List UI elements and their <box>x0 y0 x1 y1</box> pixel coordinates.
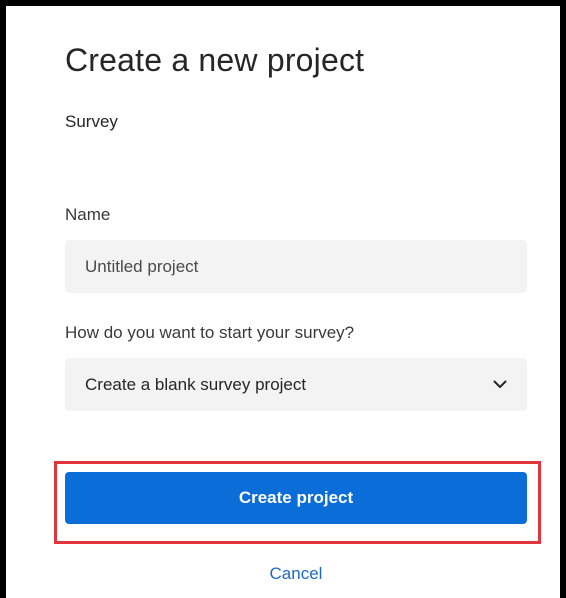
start-method-selected-value: Create a blank survey project <box>85 374 307 394</box>
project-name-input[interactable] <box>65 240 527 293</box>
start-method-select[interactable]: Create a blank survey project <box>65 358 527 411</box>
start-method-label: How do you want to start your survey? <box>65 323 355 342</box>
project-type-label: Survey <box>65 112 118 131</box>
dialog-title: Create a new project <box>65 42 365 78</box>
cancel-link[interactable]: Cancel <box>65 564 527 584</box>
create-project-button[interactable]: Create project <box>65 472 527 524</box>
create-project-dialog: Create a new project Survey Name How do … <box>6 6 560 598</box>
name-field-label: Name <box>65 205 111 224</box>
window-frame: Create a new project Survey Name How do … <box>0 0 566 598</box>
chevron-down-icon <box>493 378 507 392</box>
